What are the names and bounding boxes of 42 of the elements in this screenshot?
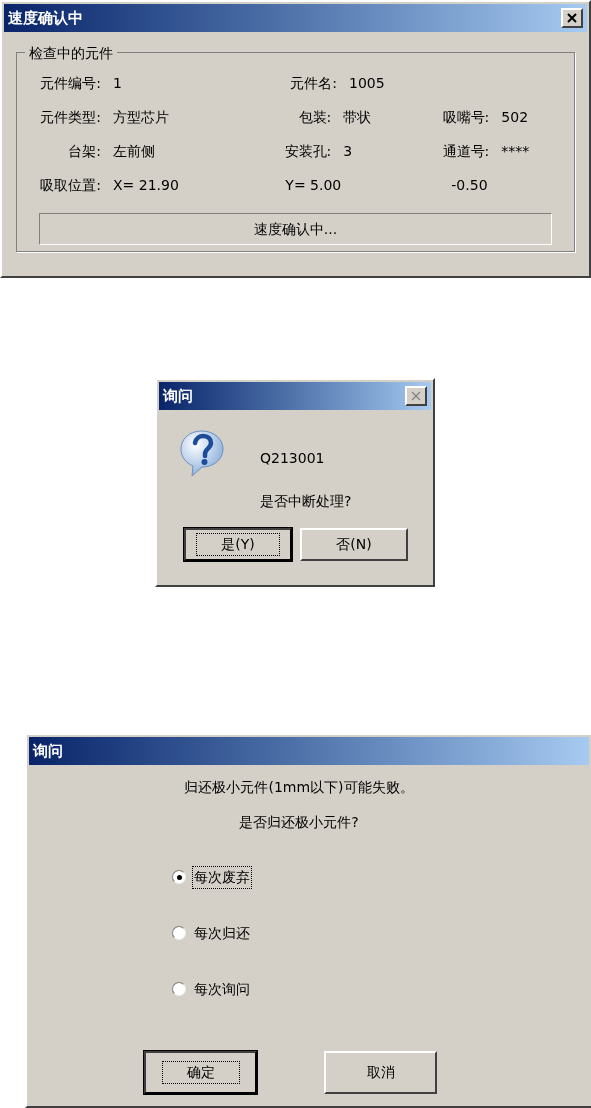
field-value: -0.50	[450, 175, 488, 195]
radio-label: 每次归还	[193, 923, 251, 943]
field-value: 502	[500, 107, 529, 127]
message-text: 是否中断处理?	[260, 492, 352, 511]
field-label: 台架:	[67, 141, 102, 161]
field-value: 带状	[342, 107, 372, 127]
field-value: ****	[500, 141, 530, 161]
window-title: 速度确认中	[8, 7, 83, 29]
window-title: 询问	[163, 385, 193, 407]
field-value: 1	[112, 73, 122, 93]
dialog-button[interactable]: 否(N)	[300, 528, 408, 561]
field-label: 包装:	[297, 107, 333, 127]
window-title: 询问	[33, 740, 63, 762]
field-label: 吸嘴号:	[441, 107, 491, 127]
field-value: X= 21.90	[112, 175, 179, 195]
field-value: 3	[342, 141, 353, 161]
close-button[interactable]	[561, 8, 583, 28]
field-label: 安装孔:	[283, 141, 333, 161]
field-label: 元件编号:	[39, 73, 102, 93]
dialog-button[interactable]: 取消	[324, 1051, 437, 1094]
field-value: Y= 5.00	[284, 175, 342, 195]
field-label: 通道号:	[441, 141, 491, 161]
radio-button[interactable]	[172, 926, 186, 940]
field-label: 元件名:	[289, 73, 338, 93]
close-icon	[567, 13, 577, 23]
dialog-button[interactable]: 是(Y)	[184, 528, 292, 561]
field-value: 方型芯片	[112, 107, 169, 127]
radio-button[interactable]	[172, 982, 186, 996]
radio-label: 每次询问	[193, 979, 251, 999]
field-label: 吸取位置:	[39, 175, 102, 195]
field-label: 元件类型:	[39, 107, 102, 127]
close-icon	[411, 391, 421, 401]
status-text: 速度确认中...	[253, 219, 338, 239]
message-code: Q213001	[260, 449, 326, 468]
question-icon	[177, 428, 227, 478]
message-text: 归还极小元件(1mm以下)可能失败。	[184, 778, 414, 797]
field-value: 左前侧	[112, 141, 155, 161]
message-text: 是否归还极小元件?	[239, 813, 359, 832]
radio-label: 每次废弃	[192, 865, 252, 889]
radio-button[interactable]	[172, 870, 186, 884]
field-value: 1005	[348, 73, 385, 93]
dialog-button[interactable]: 确定	[144, 1051, 257, 1094]
